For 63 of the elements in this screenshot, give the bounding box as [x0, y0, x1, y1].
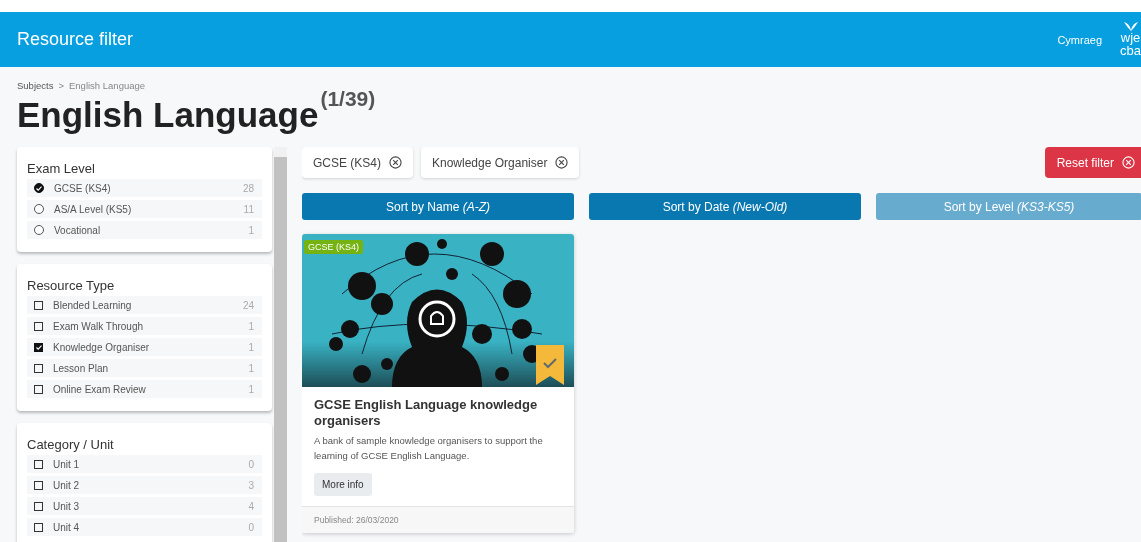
result-count: (1/39) — [320, 87, 376, 111]
option-count: 1 — [248, 320, 254, 332]
reset-filter-button[interactable]: Reset filter — [1044, 147, 1141, 178]
checkbox[interactable] — [34, 342, 43, 352]
filter-chip[interactable]: GCSE (KS4) — [302, 147, 413, 178]
checkbox[interactable] — [34, 522, 43, 532]
checkbox[interactable] — [34, 321, 43, 331]
filter-option[interactable]: Online Exam Review 1 — [27, 380, 262, 398]
filter-option[interactable]: Unit 1 0 — [27, 455, 262, 473]
filter-option[interactable]: Lesson Plan 1 — [27, 359, 262, 377]
radio-button[interactable] — [34, 225, 44, 235]
checkbox[interactable] — [34, 501, 43, 511]
filter-option[interactable]: GCSE (KS4) 28 — [27, 179, 262, 197]
option-count: 24 — [242, 299, 254, 311]
level-badge: GCSE (KS4) — [304, 240, 363, 254]
close-icon — [1122, 156, 1135, 169]
panel-title: Category / Unit — [27, 437, 115, 452]
published-date: Published: 26/03/2020 — [302, 506, 574, 533]
sort-button[interactable]: Sort by Date (New-Old) — [589, 193, 861, 220]
card-description: A bank of sample knowledge organisers to support the learning of GCSE English Language. — [314, 434, 544, 463]
filter-chip[interactable]: Knowledge Organiser — [421, 147, 580, 178]
page-title: English Language — [17, 95, 319, 135]
option-count: 3 — [248, 479, 254, 491]
checkbox[interactable] — [34, 300, 43, 310]
checkbox[interactable] — [34, 480, 43, 490]
chip-label: Knowledge Organiser — [432, 155, 548, 170]
breadcrumb-link[interactable]: English Language — [69, 80, 146, 91]
option-count: 1 — [248, 341, 254, 353]
bookmark-check-icon[interactable] — [536, 345, 564, 385]
option-count: 11 — [243, 203, 254, 215]
option-count: 0 — [248, 458, 254, 470]
filter-option[interactable]: Knowledge Organiser 1 — [27, 338, 262, 356]
filter-option[interactable]: Unit 4 0 — [27, 518, 262, 536]
filter-option[interactable]: AS/A Level (KS5) 11 — [27, 200, 262, 218]
option-count: 1 — [248, 224, 254, 236]
option-count: 28 — [242, 182, 254, 194]
option-count: 4 — [248, 500, 254, 512]
filter-option[interactable]: Unit 2 3 — [27, 476, 262, 494]
sort-button[interactable]: Sort by Name (A-Z) — [302, 193, 574, 220]
option-count: 1 — [248, 383, 254, 395]
breadcrumb-link[interactable]: Subjects — [17, 80, 54, 91]
app-title: Resource filter — [17, 29, 135, 50]
checkbox[interactable] — [34, 384, 43, 394]
checkbox[interactable] — [34, 363, 43, 373]
filter-option[interactable]: Exam Walk Through 1 — [27, 317, 262, 335]
option-count: 0 — [248, 521, 254, 533]
radio-button[interactable] — [34, 204, 44, 214]
option-count: 1 — [248, 362, 254, 374]
radio-button[interactable] — [34, 183, 44, 193]
checkbox[interactable] — [34, 459, 43, 469]
remove-icon — [555, 156, 569, 169]
filter-option[interactable]: Blended Learning 24 — [27, 296, 262, 314]
filter-option[interactable]: Vocational 1 — [27, 221, 262, 239]
resource-card[interactable]: GCSE (KS4) GCSE English Language knowledge organisers A bank of sample knowledge organisers to support the learning of GCSE English Language. More info Published: 26/03/2020 — [302, 234, 574, 533]
more-info-button[interactable]: More info — [314, 473, 372, 496]
breadcrumb-separator: > — [58, 80, 64, 91]
panel-title: Exam Level — [27, 161, 96, 176]
remove-icon — [389, 156, 402, 169]
filter-option[interactable]: Unit 3 4 — [27, 497, 262, 515]
panel-title: Resource Type — [27, 278, 116, 293]
scrollbar[interactable] — [274, 147, 287, 542]
card-title: GCSE English Language knowledge organisers — [314, 397, 539, 429]
chip-label: GCSE (KS4) — [313, 155, 381, 170]
